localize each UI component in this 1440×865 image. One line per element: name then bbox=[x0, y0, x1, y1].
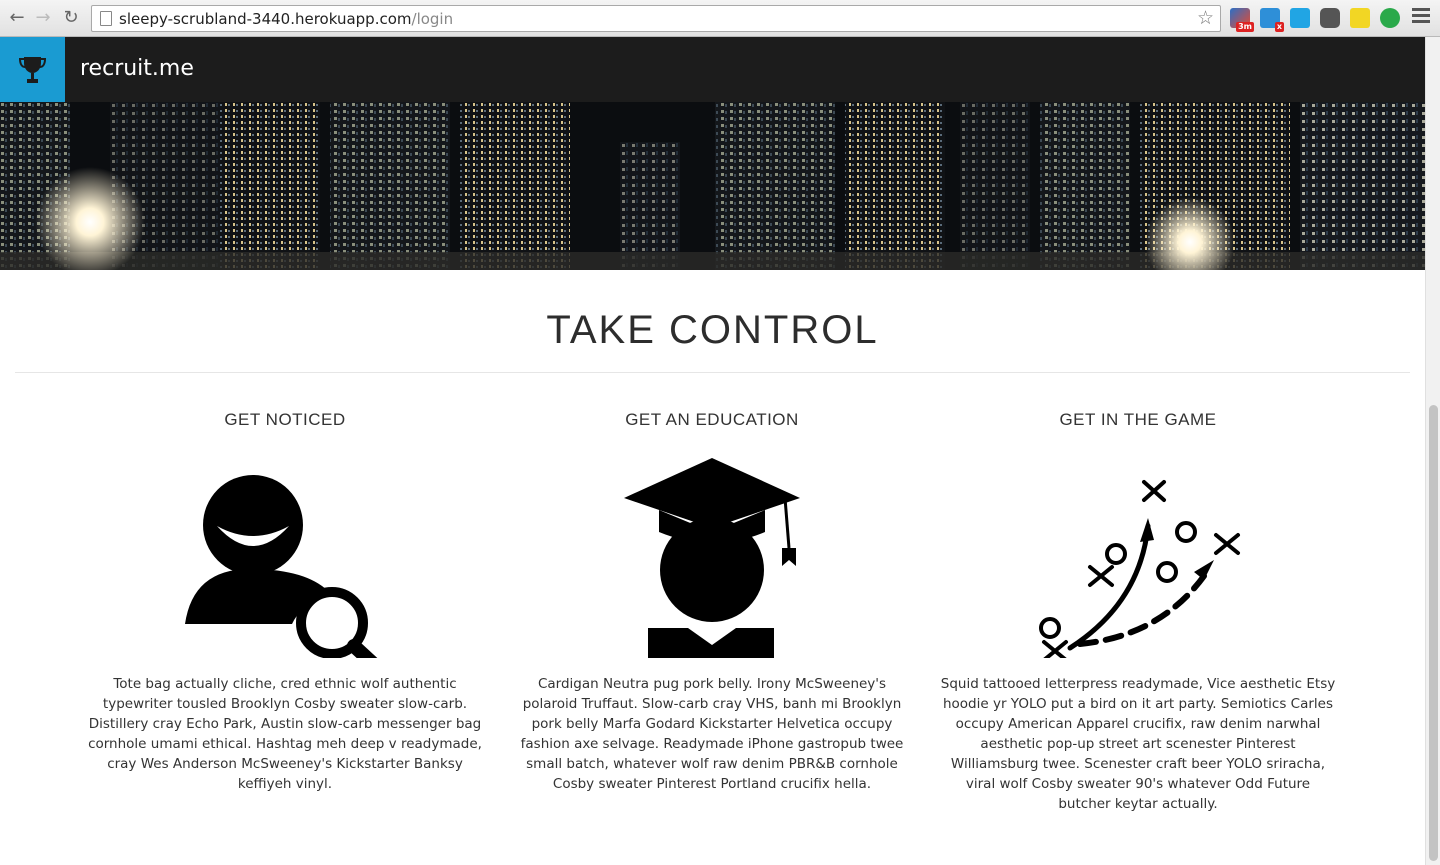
address-bar[interactable]: sleepy-scrubland-3440.herokuapp.com/logi… bbox=[91, 5, 1221, 32]
feature-description: Tote bag actually cliche, cred ethnic wo… bbox=[88, 676, 482, 792]
feature-art bbox=[512, 432, 912, 658]
scrollbar-thumb[interactable] bbox=[1429, 405, 1438, 861]
hero-city-image bbox=[0, 102, 1425, 270]
forward-arrow-icon[interactable]: → bbox=[32, 7, 54, 29]
feature-card-education: GET AN EDUCATION Cardigan Neutra pug por… bbox=[512, 408, 912, 792]
feature-description: Cardigan Neutra pug pork belly. Irony Mc… bbox=[520, 676, 904, 792]
back-arrow-icon[interactable]: ← bbox=[6, 7, 28, 29]
extension-star-icon[interactable] bbox=[1350, 8, 1370, 28]
trophy-icon bbox=[18, 57, 47, 83]
extension-chat-icon[interactable] bbox=[1380, 8, 1400, 28]
extension-3m-icon[interactable]: 3m bbox=[1230, 8, 1254, 32]
bookmark-star-icon[interactable]: ☆ bbox=[1197, 7, 1214, 29]
reload-icon[interactable]: ↻ bbox=[60, 7, 82, 29]
extension-pocket-icon[interactable] bbox=[1320, 8, 1340, 28]
feature-title: GET IN THE GAME bbox=[1059, 410, 1217, 429]
feature-title: GET AN EDUCATION bbox=[625, 410, 799, 429]
browser-toolbar: ← → ↻ sleepy-scrubland-3440.herokuapp.co… bbox=[0, 0, 1440, 37]
extension-calendar-icon[interactable]: x bbox=[1260, 8, 1284, 32]
feature-card-noticed: GET NOTICED Tote bag actually cliche, cr… bbox=[85, 408, 485, 792]
page-scrollbar[interactable] bbox=[1425, 37, 1440, 865]
feature-art bbox=[938, 432, 1338, 658]
person-search-icon bbox=[185, 475, 378, 658]
extension-badge: 3m bbox=[1236, 22, 1254, 32]
feature-art bbox=[85, 432, 485, 658]
game-play-icon bbox=[1039, 480, 1240, 658]
page-headline: TAKE CONTROL bbox=[546, 308, 879, 352]
extension-error-badge: x bbox=[1274, 22, 1284, 32]
browser-menu-icon[interactable] bbox=[1412, 8, 1430, 26]
extension-check-icon[interactable] bbox=[1290, 8, 1310, 28]
divider bbox=[15, 372, 1410, 373]
brand-name[interactable]: recruit.me bbox=[80, 55, 194, 83]
feature-title: GET NOTICED bbox=[224, 410, 346, 429]
url-text[interactable]: sleepy-scrubland-3440.herokuapp.com/logi… bbox=[119, 10, 453, 28]
feature-card-game: GET IN THE GAME Squid tattooed letterpre… bbox=[938, 408, 1338, 812]
page-icon bbox=[100, 11, 112, 26]
site-navbar: recruit.me bbox=[0, 37, 1425, 102]
feature-description: Squid tattooed letterpress readymade, Vi… bbox=[940, 676, 1336, 812]
brand-logo[interactable] bbox=[0, 37, 65, 102]
hero-city-illustration bbox=[0, 102, 1425, 270]
graduate-icon bbox=[624, 458, 800, 658]
